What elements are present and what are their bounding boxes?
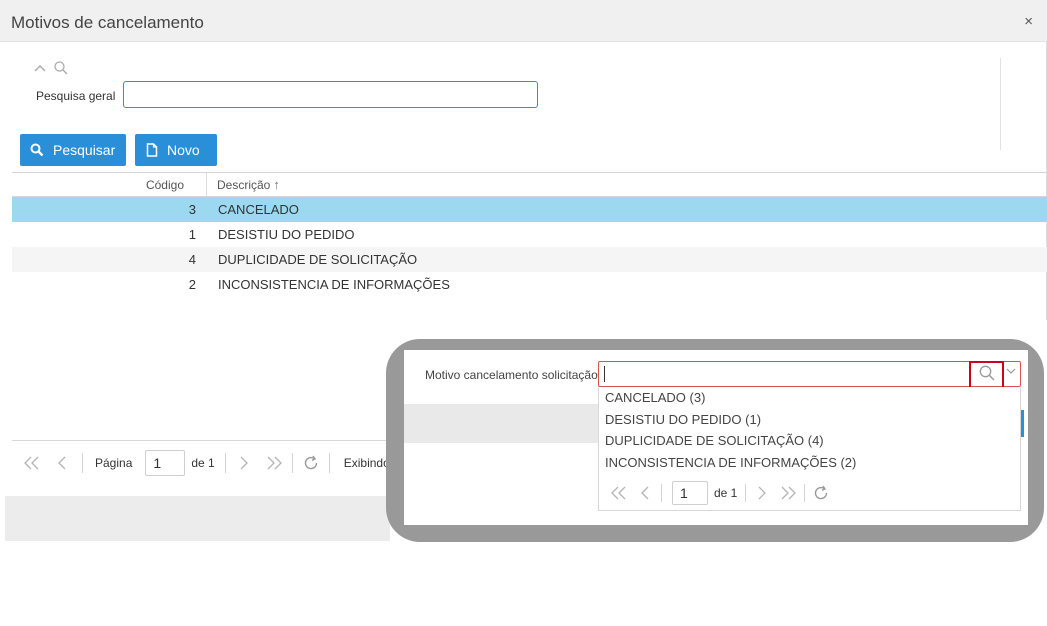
dropdown-page-input[interactable]: 1 <box>672 481 708 505</box>
column-header-codigo[interactable]: Código <box>12 173 207 196</box>
pager-divider <box>12 440 392 441</box>
close-icon[interactable]: × <box>1024 13 1033 30</box>
cell-descricao: CANCELADO <box>218 202 299 217</box>
page-number-input[interactable]: 1 <box>145 450 186 476</box>
first-page-icon[interactable] <box>609 485 629 501</box>
search-icon <box>978 364 996 387</box>
dropdown-option[interactable]: DUPLICIDADE DE SOLICITAÇÃO (4) <box>605 433 824 448</box>
search-input[interactable] <box>123 81 538 108</box>
page-total-label: de 1 <box>191 456 215 470</box>
refresh-icon[interactable] <box>299 454 323 472</box>
last-page-icon[interactable] <box>778 485 798 501</box>
column-header-descricao-label: Descrição <box>217 177 271 192</box>
new-button-label: Novo <box>167 142 200 158</box>
motivo-search-button[interactable] <box>969 361 1004 389</box>
divider <box>1000 58 1001 150</box>
dropdown-option[interactable]: DESISTIU DO PEDIDO (1) <box>605 412 761 427</box>
search-button[interactable]: Pesquisar <box>20 134 126 166</box>
search-label: Pesquisa geral <box>36 89 116 103</box>
motivo-field-label: Motivo cancelamento solicitação <box>425 368 598 382</box>
text-caret <box>604 366 605 382</box>
grid-header: Código Descrição ↑ <box>12 172 1047 197</box>
cell-descricao: DUPLICIDADE DE SOLICITAÇÃO <box>218 252 418 267</box>
search-icon[interactable] <box>53 60 69 76</box>
pager-separator <box>224 453 226 473</box>
cell-descricao: INCONSISTENCIA DE INFORMAÇÕES <box>218 277 450 292</box>
pager-separator <box>328 453 330 473</box>
cell-codigo: 3 <box>188 202 196 217</box>
column-header-descricao[interactable]: Descrição ↑ <box>207 173 1047 196</box>
chevron-up-icon[interactable] <box>33 63 47 73</box>
cell-codigo: 4 <box>188 252 196 267</box>
dialog-title: Motivos de cancelamento <box>11 13 204 32</box>
dropdown-page-total: de 1 <box>714 486 738 500</box>
prev-page-icon[interactable] <box>635 485 655 501</box>
table-row[interactable]: 4 DUPLICIDADE DE SOLICITAÇÃO <box>12 247 1047 272</box>
motivo-combobox-input[interactable] <box>598 361 1021 387</box>
sort-asc-icon: ↑ <box>273 176 280 192</box>
pager: Página 1 de 1 Exibindo <box>20 450 390 476</box>
next-page-icon[interactable] <box>752 485 772 501</box>
cell-codigo: 1 <box>188 227 196 242</box>
motivo-dropdown-list: CANCELADO (3) DESISTIU DO PEDIDO (1) DUP… <box>598 387 1021 511</box>
pager-separator <box>745 484 747 502</box>
dialog-footer <box>5 496 390 541</box>
showing-label: Exibindo <box>343 456 390 470</box>
filter-toggles <box>33 60 69 76</box>
chevron-down-icon[interactable] <box>1006 366 1016 379</box>
cell-codigo: 2 <box>188 277 196 292</box>
cell-descricao: DESISTIU DO PEDIDO <box>218 227 355 242</box>
last-page-icon[interactable] <box>262 455 286 471</box>
pager-separator <box>661 484 662 502</box>
dropdown-option[interactable]: INCONSISTENCIA DE INFORMAÇÕES (2) <box>605 455 856 470</box>
table-row[interactable]: 1 DESISTIU DO PEDIDO <box>12 222 1047 247</box>
file-icon <box>146 143 158 157</box>
pager-separator <box>291 453 293 473</box>
prev-page-icon[interactable] <box>50 455 74 471</box>
table-row[interactable]: 3 CANCELADO <box>12 197 1047 222</box>
results-grid: Código Descrição ↑ 3 CANCELADO 1 DESISTI… <box>12 172 1047 297</box>
first-page-icon[interactable] <box>20 455 44 471</box>
table-row[interactable]: 2 INCONSISTENCIA DE INFORMAÇÕES <box>12 272 1047 297</box>
pager-separator <box>804 484 806 502</box>
dropdown-option[interactable]: CANCELADO (3) <box>605 390 705 405</box>
pager-separator <box>82 453 83 473</box>
page-label: Página <box>95 456 133 470</box>
dialog-header: Motivos de cancelamento × <box>0 0 1047 42</box>
new-button[interactable]: Novo <box>135 134 217 166</box>
search-icon <box>30 143 44 157</box>
next-page-icon[interactable] <box>232 455 256 471</box>
dropdown-pager: 1 de 1 <box>609 481 831 505</box>
search-button-label: Pesquisar <box>53 142 116 158</box>
zoom-callout-strip <box>404 404 600 443</box>
refresh-icon[interactable] <box>811 484 831 502</box>
